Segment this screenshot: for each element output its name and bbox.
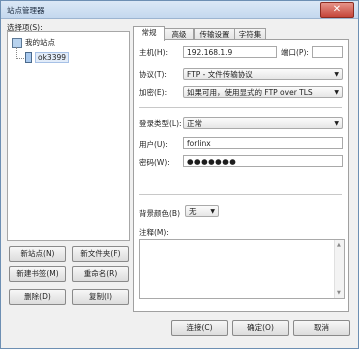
title-bar: 站点管理器 ✕	[1, 1, 358, 19]
comments-scrollbar[interactable]: ▲ ▼	[334, 240, 344, 298]
ok-button[interactable]: 确定(O)	[232, 320, 289, 336]
logon-type-value: 正常	[187, 119, 202, 128]
close-button[interactable]: ✕	[320, 2, 354, 18]
window-title: 站点管理器	[7, 6, 45, 15]
encryption-select[interactable]: 如果可用，使用显式的 FTP over TLS ▼	[183, 86, 343, 98]
protocol-select[interactable]: FTP - 文件传输协议 ▼	[183, 68, 343, 80]
tree-item-ok3399[interactable]: ok3399	[25, 52, 70, 63]
connect-button[interactable]: 连接(C)	[171, 320, 228, 336]
chevron-down-icon: ▼	[210, 208, 215, 215]
tree-item-label: ok3399	[35, 52, 70, 63]
new-bookmark-button[interactable]: 新建书签(M)	[9, 266, 66, 282]
port-label: 端口(P):	[281, 48, 309, 57]
host-input[interactable]: 192.168.1.9	[183, 46, 277, 58]
comments-label: 注释(M):	[139, 228, 169, 237]
site-manager-window: 站点管理器 ✕ 选择项(S): 我的站点 ok3399 新站点(N) 新文件夹(…	[0, 0, 359, 349]
cancel-button[interactable]: 取消	[293, 320, 350, 336]
copy-button[interactable]: 复制(I)	[72, 289, 129, 305]
background-color-select[interactable]: 无 ▼	[185, 205, 219, 217]
tab-general[interactable]: 常规	[133, 26, 165, 41]
scroll-down-icon[interactable]: ▼	[337, 290, 341, 296]
chevron-down-icon: ▼	[334, 89, 339, 96]
encryption-value: 如果可用，使用显式的 FTP over TLS	[187, 88, 313, 97]
user-label: 用户(U):	[139, 140, 168, 149]
scroll-up-icon[interactable]: ▲	[337, 242, 341, 248]
separator	[139, 107, 342, 108]
new-site-button[interactable]: 新站点(N)	[9, 246, 66, 262]
logon-type-label: 登录类型(L):	[139, 119, 182, 128]
tree-root-label: 我的站点	[25, 38, 55, 47]
separator	[139, 194, 342, 195]
protocol-value: FTP - 文件传输协议	[187, 70, 253, 79]
chevron-down-icon: ▼	[334, 71, 339, 78]
rename-button[interactable]: 重命名(R)	[72, 266, 129, 282]
password-label: 密码(W):	[139, 158, 170, 167]
logon-type-select[interactable]: 正常 ▼	[183, 117, 343, 129]
port-input[interactable]	[312, 46, 343, 58]
new-folder-button[interactable]: 新文件夹(F)	[72, 246, 129, 262]
password-input[interactable]: ●●●●●●●	[183, 155, 343, 167]
computer-icon	[12, 37, 22, 48]
encryption-label: 加密(E):	[139, 88, 168, 97]
comments-textarea[interactable]: ▲ ▼	[139, 239, 345, 299]
chevron-down-icon: ▼	[334, 120, 339, 127]
site-icon	[25, 52, 32, 63]
host-label: 主机(H):	[139, 48, 169, 57]
site-tree[interactable]: 我的站点 ok3399	[7, 31, 130, 241]
protocol-label: 协议(T):	[139, 70, 167, 79]
delete-button[interactable]: 删除(D)	[9, 289, 66, 305]
background-color-value: 无	[189, 207, 197, 216]
tree-connector	[16, 47, 24, 59]
background-color-label: 背景颜色(B)	[139, 209, 180, 218]
user-input[interactable]: forlinx	[183, 137, 343, 149]
